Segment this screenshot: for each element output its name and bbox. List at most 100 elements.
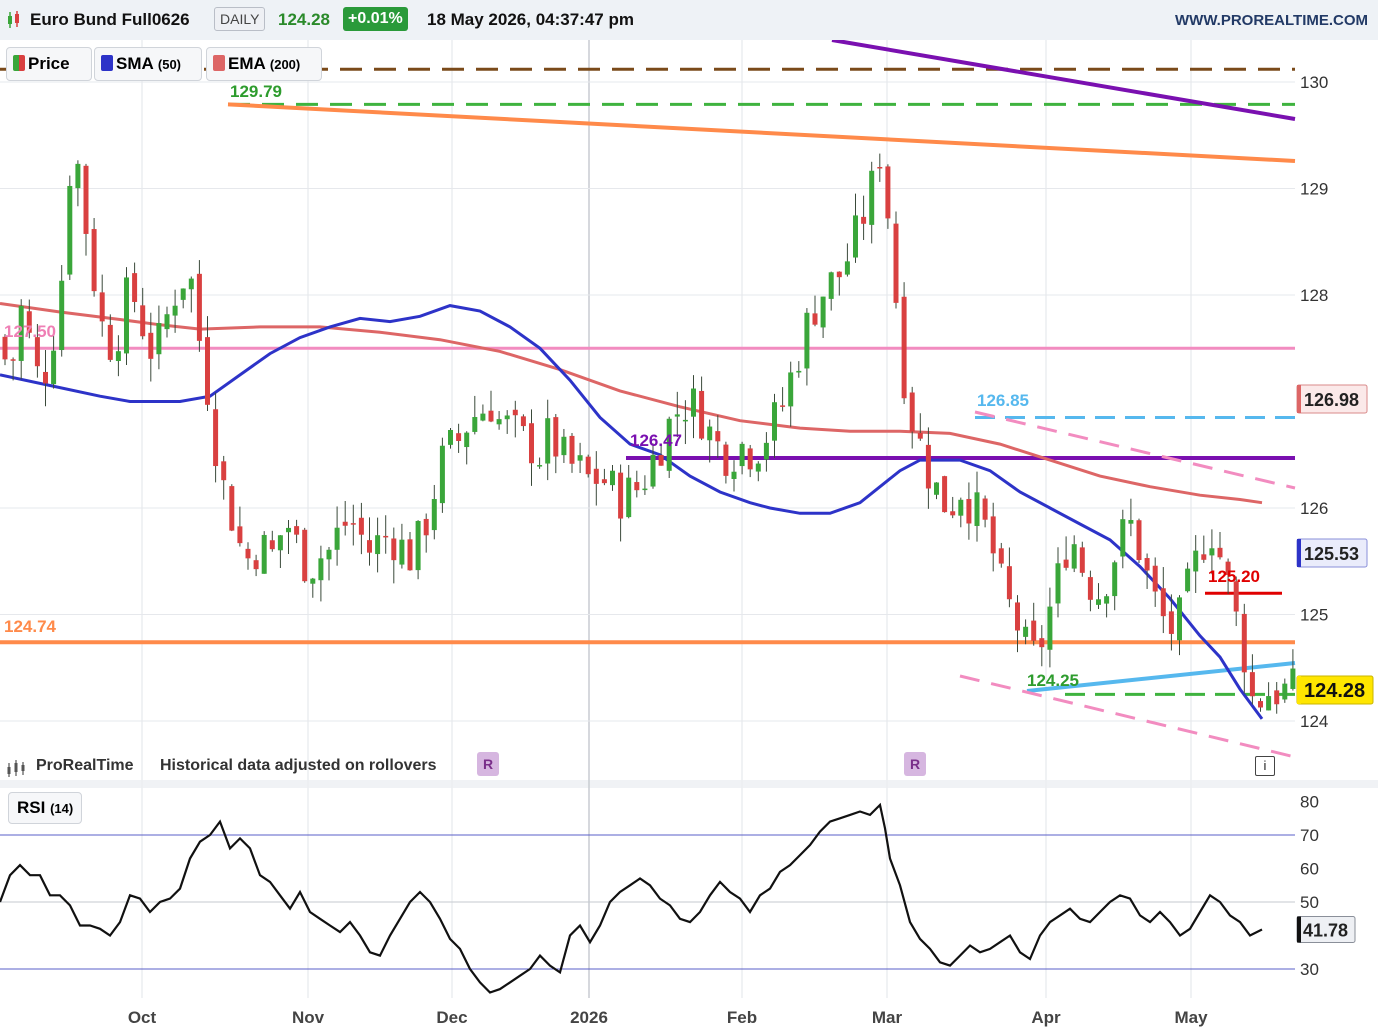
candle-body — [1185, 568, 1191, 592]
site-link[interactable]: WWW.PROREALTIME.COM — [1175, 12, 1368, 29]
candle-body — [747, 448, 753, 470]
candle-body — [99, 292, 105, 322]
candle-body — [245, 548, 251, 559]
candle-body — [439, 445, 445, 504]
candle-body — [10, 359, 16, 361]
candle-body — [1112, 562, 1118, 597]
legend-sma-label: SMA — [116, 54, 154, 73]
level-annotation: 126.47 — [630, 431, 682, 450]
legend-price[interactable]: Price — [6, 47, 92, 81]
candle-body — [1209, 548, 1215, 556]
candle-body — [205, 337, 210, 405]
candle-body — [1055, 563, 1061, 604]
candle-body — [1160, 588, 1166, 617]
candle-body — [221, 461, 227, 481]
last-price: 124.28 — [278, 10, 330, 29]
candle-body — [415, 520, 421, 571]
candle-body — [723, 444, 729, 476]
candle-body — [261, 534, 267, 574]
candle-body — [350, 523, 356, 525]
rsi-legend[interactable]: RSI (14) — [8, 792, 83, 824]
price-tag-marker — [1297, 385, 1301, 413]
candle-body — [942, 476, 948, 513]
candle-body — [901, 296, 907, 399]
candle-body — [1249, 672, 1255, 697]
candle-body — [682, 419, 688, 422]
chart-canvas[interactable]: 124 125 126 128 129 130 129.79 127.50 126.47 126.… — [0, 40, 1378, 1033]
candle-body — [634, 482, 640, 491]
candle-body — [950, 511, 956, 516]
candle-body — [1120, 519, 1126, 557]
candle-body — [448, 430, 453, 445]
brand-candle-icon — [7, 760, 25, 777]
panel-separator — [0, 780, 1378, 788]
rsi-param: (14) — [50, 801, 74, 816]
change-badge: +0.01% — [343, 7, 408, 31]
candle-body — [715, 431, 721, 442]
candle-body — [83, 165, 89, 234]
candle-body — [115, 351, 121, 362]
candle-body — [423, 518, 429, 536]
rollover-marker[interactable]: R — [904, 752, 926, 776]
rollover-marker[interactable]: R — [477, 752, 499, 776]
instrument-name[interactable]: Euro Bund Full0626 — [30, 10, 190, 30]
level-annotation: 129.79 — [230, 82, 282, 101]
candle-body — [1193, 550, 1199, 572]
candle-body — [140, 305, 146, 337]
top-bar: Euro Bund Full0626 DAILY 124.28 +0.01% 1… — [0, 0, 1378, 41]
candle-body — [836, 271, 842, 278]
candle-body — [1079, 547, 1085, 573]
candle-body — [318, 558, 324, 581]
legend-sma[interactable]: SMA (50) — [94, 47, 202, 81]
candle-body — [958, 499, 964, 516]
candle-body — [1241, 613, 1247, 673]
candle-body — [156, 323, 162, 355]
sma-swatch-icon — [101, 55, 113, 71]
candle-body — [1266, 696, 1272, 711]
candle-body — [472, 417, 478, 432]
level-annotation: 126.85 — [977, 391, 1029, 410]
candle-body — [885, 166, 891, 219]
candle-body — [763, 442, 769, 460]
candle-body — [391, 538, 397, 561]
candle-body — [569, 435, 575, 464]
candle-body — [253, 560, 259, 570]
candle-body — [399, 539, 405, 565]
month-tick-label: Apr — [1031, 1008, 1061, 1027]
candle-body — [148, 332, 154, 359]
candle-body — [861, 216, 867, 224]
candle-body — [277, 535, 283, 551]
candle-body — [1047, 606, 1053, 650]
candle-body — [658, 455, 664, 466]
legend-ema-label: EMA — [228, 54, 266, 73]
candle-body — [180, 288, 186, 300]
candle-body — [998, 548, 1004, 564]
candle-body — [877, 167, 883, 169]
candle-body — [699, 390, 705, 439]
month-tick-label: May — [1174, 1008, 1208, 1027]
candle-body — [780, 405, 786, 407]
level-annotation: 124.25 — [1027, 671, 1079, 690]
price-tag-label: 125.53 — [1304, 544, 1359, 564]
price-tick-label: 130 — [1300, 73, 1328, 92]
legend-ema[interactable]: EMA (200) — [206, 47, 322, 81]
candle-body — [294, 526, 300, 535]
candle-body — [1096, 599, 1101, 605]
legend-price-label: Price — [28, 54, 70, 73]
candle-body — [1217, 547, 1223, 558]
rsi-tick-label: 60 — [1300, 860, 1319, 879]
candle-body — [1087, 577, 1093, 600]
candle-body — [407, 539, 413, 571]
candle-body — [545, 418, 551, 464]
candle-body — [375, 535, 381, 555]
candle-body — [788, 372, 794, 407]
candle-body — [34, 337, 40, 367]
month-tick-label: Nov — [292, 1008, 325, 1027]
timeframe-badge[interactable]: DAILY — [214, 7, 266, 31]
info-marker[interactable]: i — [1255, 756, 1275, 776]
candle-body — [334, 527, 340, 550]
candle-body — [553, 417, 559, 457]
candle-body — [310, 578, 316, 584]
candle-body — [909, 392, 915, 432]
candle-body — [59, 280, 65, 351]
